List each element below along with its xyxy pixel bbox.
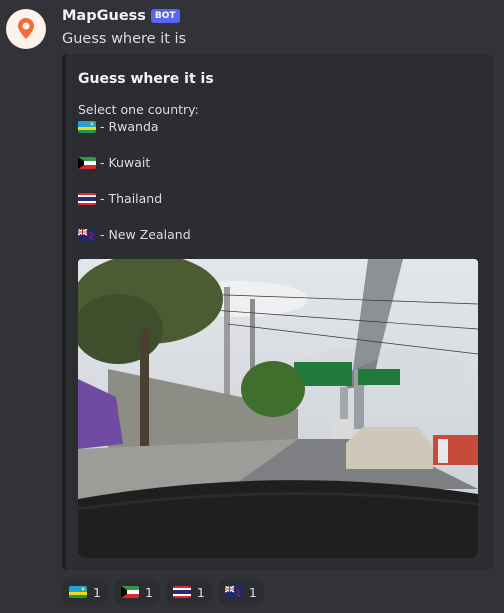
option-new-zealand: - New Zealand	[78, 227, 191, 242]
kuwait-flag-icon	[78, 156, 96, 169]
option-label: - New Zealand	[100, 227, 191, 242]
reaction-thailand[interactable]: 1	[165, 580, 212, 604]
message-content: Guess where it is	[62, 31, 187, 47]
message-header: MapGuess BOT	[62, 8, 180, 24]
reaction-count: 1	[196, 584, 205, 600]
map-pin-icon	[18, 18, 34, 39]
reaction-new-zealand[interactable]: 1	[217, 580, 264, 604]
reaction-kuwait[interactable]: 1	[113, 580, 160, 604]
new-zealand-flag-icon	[224, 586, 243, 598]
reactions: 1 1 1 1	[62, 580, 264, 604]
bot-tag: BOT	[150, 9, 180, 23]
option-kuwait: - Kuwait	[78, 155, 150, 170]
avatar[interactable]	[6, 9, 46, 49]
option-label: - Rwanda	[100, 119, 159, 134]
rwanda-flag-icon	[69, 586, 87, 598]
option-rwanda: - Rwanda	[78, 119, 159, 134]
chat-message: MapGuess BOT Guess where it is Guess whe…	[0, 0, 504, 613]
reaction-rwanda[interactable]: 1	[62, 580, 108, 604]
reaction-count: 1	[93, 584, 101, 600]
rwanda-flag-icon	[78, 120, 96, 133]
username[interactable]: MapGuess	[62, 8, 146, 24]
embed-description: Select one country:	[78, 102, 199, 117]
embed: Guess where it is Select one country: - …	[62, 54, 493, 570]
embed-title: Guess where it is	[78, 71, 214, 87]
thailand-flag-icon	[78, 192, 96, 205]
reaction-count: 1	[144, 584, 153, 600]
street-view-photo[interactable]	[78, 259, 478, 558]
kuwait-flag-icon	[120, 586, 139, 598]
option-label: - Thailand	[100, 191, 163, 206]
reaction-count: 1	[248, 584, 257, 600]
option-thailand: - Thailand	[78, 191, 162, 206]
option-label: - Kuwait	[100, 155, 151, 170]
new-zealand-flag-icon	[78, 228, 96, 241]
thailand-flag-icon	[172, 586, 191, 598]
